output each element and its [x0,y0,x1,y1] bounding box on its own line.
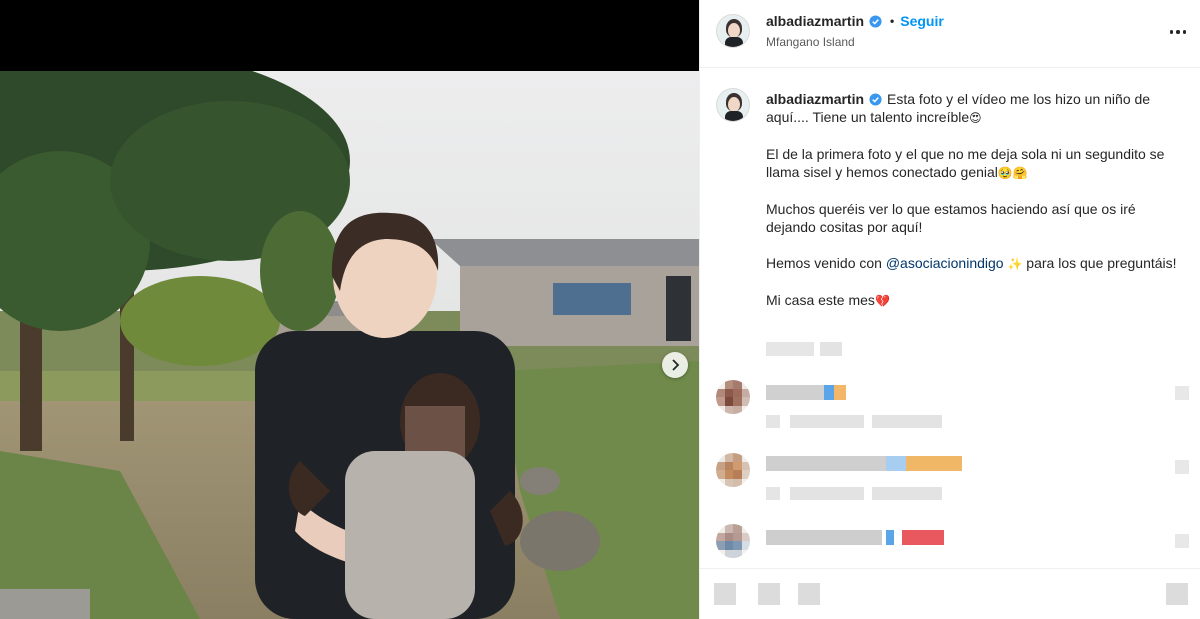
pixelated-comment-meta-1b [790,415,864,428]
emotional-emojis: 🥹🤗 [997,166,1028,180]
mention-link[interactable]: @asociacionindigo [886,255,1004,271]
caption-text-4-post: para los que preguntáis! [1022,255,1177,271]
verified-badge-icon [869,93,882,106]
post-side-panel: albadiazmartin • Seguir Mfangano Island … [699,0,1200,619]
post-actions-bar [700,568,1200,619]
post-location[interactable]: Mfangano Island [766,35,855,49]
pixelated-badge-3 [886,530,894,545]
pixelated-comment-meta-1c [872,415,942,428]
caption-paragraph-3: Muchos queréis ver lo que estamos hacien… [766,200,1186,236]
comment-like-icon-3[interactable] [1175,534,1189,548]
pixelated-comment-user-1 [766,385,824,400]
post-caption: albadiazmartin Esta foto y el vídeo me lo… [766,90,1186,328]
caption-paragraph-2: El de la primera foto y el que no me dej… [766,145,1186,182]
pixelated-badge-1 [824,385,834,400]
pixelated-comment-meta-2c [872,487,942,500]
caption-text-2: El de la primera foto y el que no me dej… [766,146,1165,180]
comment-like-icon-1[interactable] [1175,386,1189,400]
share-icon[interactable] [798,583,820,605]
next-media-button[interactable] [662,352,688,378]
follow-button[interactable]: Seguir [900,13,944,29]
broken-heart-emoji: 💔 [874,294,890,308]
caption-username[interactable]: albadiazmartin [766,91,864,107]
caption-paragraph-4: Hemos venido con @asociacionindigo ✨ par… [766,254,1186,273]
pixelated-timestamp-b [820,342,842,356]
pixelated-comment-user-2 [766,456,886,471]
comment-avatar-3[interactable] [716,524,750,558]
more-options-icon[interactable] [1166,22,1190,42]
chevron-right-icon [672,359,680,371]
pixelated-emoji-3 [902,530,944,545]
pixelated-comment-meta-2b [790,487,864,500]
heart-eyes-emoji: 😍 [969,111,982,125]
caption-paragraph-5: Mi casa este mes💔 [766,291,1186,310]
pixelated-emoji-1 [834,385,846,400]
pixelated-comment-meta-1a [766,415,780,428]
comment-like-icon-2[interactable] [1175,460,1189,474]
post-header: albadiazmartin • Seguir Mfangano Island [700,0,1200,68]
caption-text-3: Muchos queréis ver lo que estamos hacien… [766,201,1136,235]
pixelated-comment-meta-2a [766,487,780,500]
post-photo[interactable] [0,71,699,619]
caption-text-4-pre: Hemos venido con [766,255,886,271]
pixelated-badge-2 [886,456,906,471]
caption-paragraph-1: albadiazmartin Esta foto y el vídeo me lo… [766,90,1186,127]
pixelated-comment-user-3 [766,530,882,545]
caption-text-5: Mi casa este mes [766,292,875,308]
post-author-row: albadiazmartin • Seguir [766,13,944,29]
like-icon[interactable] [714,583,736,605]
pixelated-timestamp [766,342,814,356]
author-avatar[interactable] [716,14,750,48]
comment-avatar-2[interactable] [716,453,750,487]
photo-scene [0,71,699,619]
comment-avatar-1[interactable] [716,380,750,414]
sparkles-emoji: ✨ [1007,257,1023,271]
caption-author-avatar[interactable] [716,88,750,122]
post-media [0,0,699,619]
save-icon[interactable] [1166,583,1188,605]
comment-icon[interactable] [758,583,780,605]
author-username[interactable]: albadiazmartin [766,13,864,29]
verified-badge-icon [869,14,882,28]
separator-dot: • [890,14,895,28]
pixelated-emoji-2 [906,456,962,471]
